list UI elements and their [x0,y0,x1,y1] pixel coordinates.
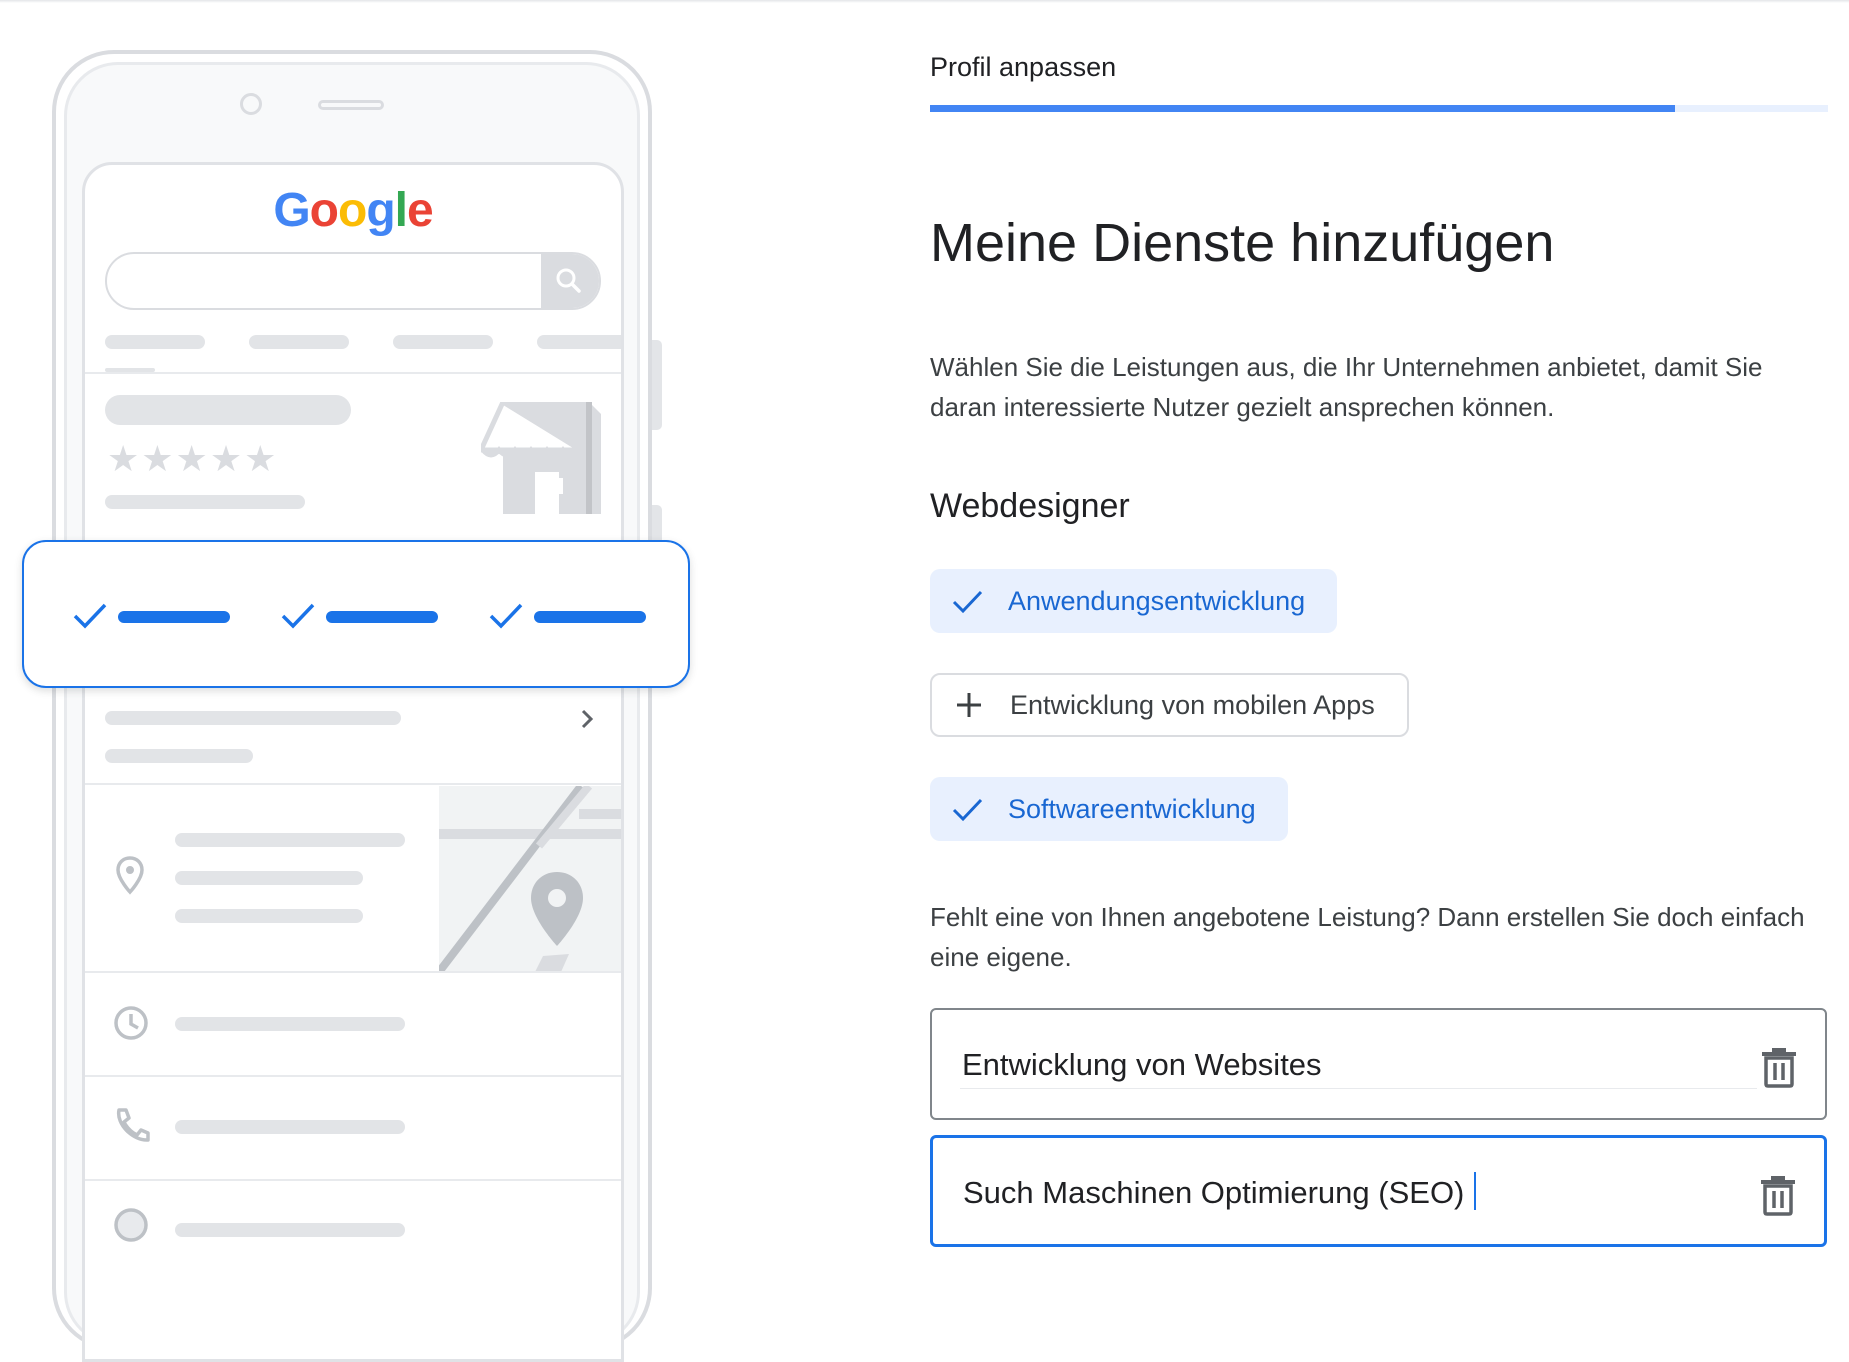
check-icon [73,603,107,629]
service-chip-softwareentwicklung[interactable]: Softwareentwicklung [930,777,1288,841]
progress-bar [930,105,1828,112]
illustration-search-button [541,254,599,308]
custom-service-hint: Fehlt eine von Ihnen angebotene Leistung… [930,902,1805,972]
category-title: Webdesigner [930,487,1130,525]
plus-icon [957,693,981,717]
phone-icon [117,1108,150,1142]
top-shadow [0,0,1849,3]
hours-placeholder [175,1017,405,1031]
rating-stars: ★★★★★ [107,438,279,479]
page-description: Wählen Sie die Leistungen aus, die Ihr U… [930,352,1763,422]
trash-icon[interactable] [1759,1044,1799,1088]
address-placeholder [175,833,405,847]
logo-letter: G [273,184,310,237]
website-placeholder [175,1223,405,1237]
location-pin-icon [116,856,144,895]
custom-service-field[interactable] [930,1008,1827,1120]
logo-letter: g [366,184,395,237]
clock-icon [114,1006,148,1040]
page-title: Meine Dienste hinzufügen [930,213,1555,273]
divider [85,1075,621,1077]
divider [85,1179,621,1181]
logo-letter: e [406,184,434,237]
check-icon [281,603,315,629]
service-chip-mobile-apps[interactable]: Entwicklung von mobilen Apps [930,673,1409,737]
google-logo: Google [85,183,621,238]
check-card-item [72,600,230,632]
search-icon [556,268,581,293]
check-card-item [488,600,646,632]
custom-service-input[interactable] [963,1168,1723,1218]
tab-placeholder [249,335,349,349]
service-chip-label: Entwicklung von mobilen Apps [1010,689,1375,720]
phone-number-placeholder [175,1120,405,1134]
step-label: Profil anpassen [930,52,1117,82]
logo-letter: o [309,184,339,237]
address-placeholder [175,909,363,923]
check-card-line [534,611,646,623]
tab-indicator [105,368,155,372]
globe-icon [114,1208,148,1242]
info-placeholder [105,749,253,763]
phone-camera [240,93,262,115]
check-icon [952,590,983,614]
service-chip-label: Softwareentwicklung [1008,793,1256,824]
address-placeholder [175,871,363,885]
text-caret [1474,1172,1476,1210]
tab-placeholder [393,335,493,349]
chevron-right-icon [581,709,594,729]
check-icon [952,798,983,822]
service-chip-label: Anwendungsentwicklung [1008,585,1306,616]
map-thumbnail [439,786,621,972]
phone-speaker [318,100,384,110]
divider [85,971,621,973]
field-underline [960,1088,1757,1089]
logo-letter: l [394,184,408,237]
trash-icon[interactable] [1758,1172,1798,1216]
logo-letter: o [337,184,367,237]
illustration-search-bar [105,252,601,310]
phone-screen: Google ★★★★★ [82,162,624,1362]
business-meta-placeholder [105,495,305,509]
check-card-item [280,600,438,632]
info-placeholder [105,711,401,725]
check-icon [489,603,523,629]
tab-placeholder [537,335,621,349]
tab-placeholder [105,335,205,349]
custom-service-field-focused[interactable] [930,1135,1827,1247]
divider [85,783,621,785]
service-chip-anwendungsentwicklung[interactable]: Anwendungsentwicklung [930,569,1338,633]
services-check-card [22,540,690,688]
check-card-line [118,611,230,623]
check-card-line [326,611,438,623]
custom-service-input[interactable] [962,1040,1722,1090]
storefront-icon [481,402,601,514]
divider [85,372,621,374]
progress-bar-fill [930,105,1676,112]
business-name-placeholder [105,395,351,425]
phone-side-button [652,340,662,430]
